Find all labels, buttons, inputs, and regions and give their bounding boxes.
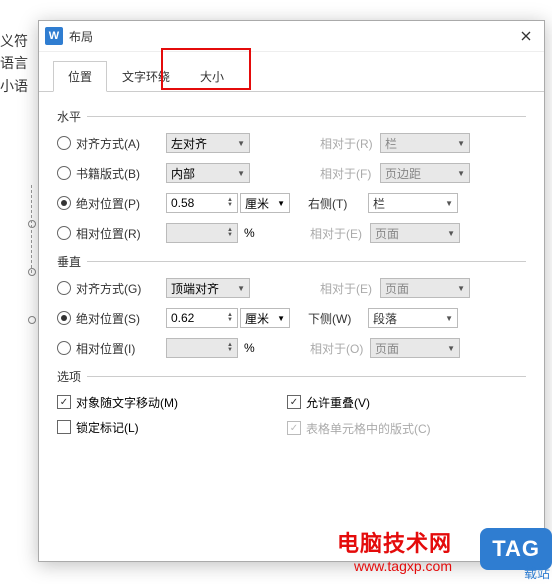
label-v-align: 对齐方式(G)	[76, 280, 166, 297]
radio-h-rel[interactable]	[57, 226, 76, 240]
radio-v-rel[interactable]	[57, 341, 76, 355]
dialog-title: 布局	[69, 28, 514, 45]
label-h-align-rel: 相对于(R)	[320, 135, 380, 152]
close-button[interactable]	[514, 26, 538, 46]
tabs: 位置 文字环绕 大小	[39, 52, 544, 92]
watermark: 电脑技术网 www.tagxp.com	[337, 526, 452, 574]
label-v-rel: 相对位置(I)	[76, 340, 166, 357]
combo-h-rel-rel[interactable]: 页面▼	[370, 223, 460, 243]
section-horizontal: 水平	[57, 108, 526, 125]
label-v-abs: 绝对位置(S)	[76, 310, 166, 327]
bg-text-line: 语言	[0, 52, 28, 74]
tag-side-text: 载站	[524, 563, 550, 582]
section-vertical: 垂直	[57, 253, 526, 270]
input-h-abs[interactable]: 0.58▲▼	[166, 193, 238, 213]
radio-h-book[interactable]	[57, 166, 76, 180]
layout-dialog: W 布局 位置 文字环绕 大小 水平 对齐方式(A) 左对齐▼ 相对于(R) 栏…	[38, 20, 545, 562]
bg-text-line: 义符	[0, 30, 28, 52]
combo-v-align[interactable]: 顶端对齐▼	[166, 278, 250, 298]
app-icon: W	[45, 27, 63, 45]
unit-v-rel: %	[240, 338, 268, 358]
combo-v-rel-rel[interactable]: 页面▼	[370, 338, 460, 358]
combo-h-abs-rel[interactable]: 栏▼	[368, 193, 458, 213]
radio-h-align[interactable]	[57, 136, 76, 150]
watermark-title: 电脑技术网	[337, 526, 452, 558]
titlebar: W 布局	[39, 21, 544, 52]
label-h-align: 对齐方式(A)	[76, 135, 166, 152]
check-table-cell: 表格单元格中的版式(C)	[287, 420, 431, 437]
label-h-abs-side: 右侧(T)	[308, 195, 368, 212]
bg-anchor-dots	[28, 180, 36, 364]
label-h-abs: 绝对位置(P)	[76, 195, 166, 212]
combo-v-abs-rel[interactable]: 段落▼	[368, 308, 458, 328]
unit-h-abs[interactable]: 厘米▼	[240, 193, 290, 213]
input-h-rel[interactable]: ▲▼	[166, 223, 238, 243]
tab-text-wrap[interactable]: 文字环绕	[107, 61, 185, 92]
label-v-rel-rel: 相对于(O)	[310, 340, 370, 357]
radio-v-align[interactable]	[57, 281, 76, 295]
radio-h-abs[interactable]	[57, 196, 76, 210]
label-h-rel: 相对位置(R)	[76, 225, 166, 242]
label-h-book: 书籍版式(B)	[76, 165, 166, 182]
label-h-rel-rel: 相对于(E)	[310, 225, 370, 242]
label-v-abs-side: 下侧(W)	[308, 310, 368, 327]
check-lock-anchor[interactable]: 锁定标记(L)	[57, 419, 139, 436]
combo-h-align-rel[interactable]: 栏▼	[380, 133, 470, 153]
tab-size[interactable]: 大小	[185, 61, 239, 92]
watermark-url: www.tagxp.com	[337, 558, 452, 574]
tab-position[interactable]: 位置	[53, 61, 107, 92]
check-allow-overlap[interactable]: 允许重叠(V)	[287, 394, 370, 411]
combo-h-book-rel[interactable]: 页边距▼	[380, 163, 470, 183]
unit-v-abs[interactable]: 厘米▼	[240, 308, 290, 328]
label-v-align-rel: 相对于(E)	[320, 280, 380, 297]
bg-text-line: 小语	[0, 75, 28, 97]
label-h-book-rel: 相对于(F)	[320, 165, 380, 182]
combo-v-align-rel[interactable]: 页面▼	[380, 278, 470, 298]
radio-v-abs[interactable]	[57, 311, 76, 325]
section-options: 选项	[57, 368, 526, 385]
input-v-rel[interactable]: ▲▼	[166, 338, 238, 358]
combo-h-book[interactable]: 内部▼	[166, 163, 250, 183]
check-move-with-text[interactable]: 对象随文字移动(M)	[57, 394, 178, 411]
combo-h-align[interactable]: 左对齐▼	[166, 133, 250, 153]
input-v-abs[interactable]: 0.62▲▼	[166, 308, 238, 328]
unit-h-rel: %	[240, 223, 268, 243]
